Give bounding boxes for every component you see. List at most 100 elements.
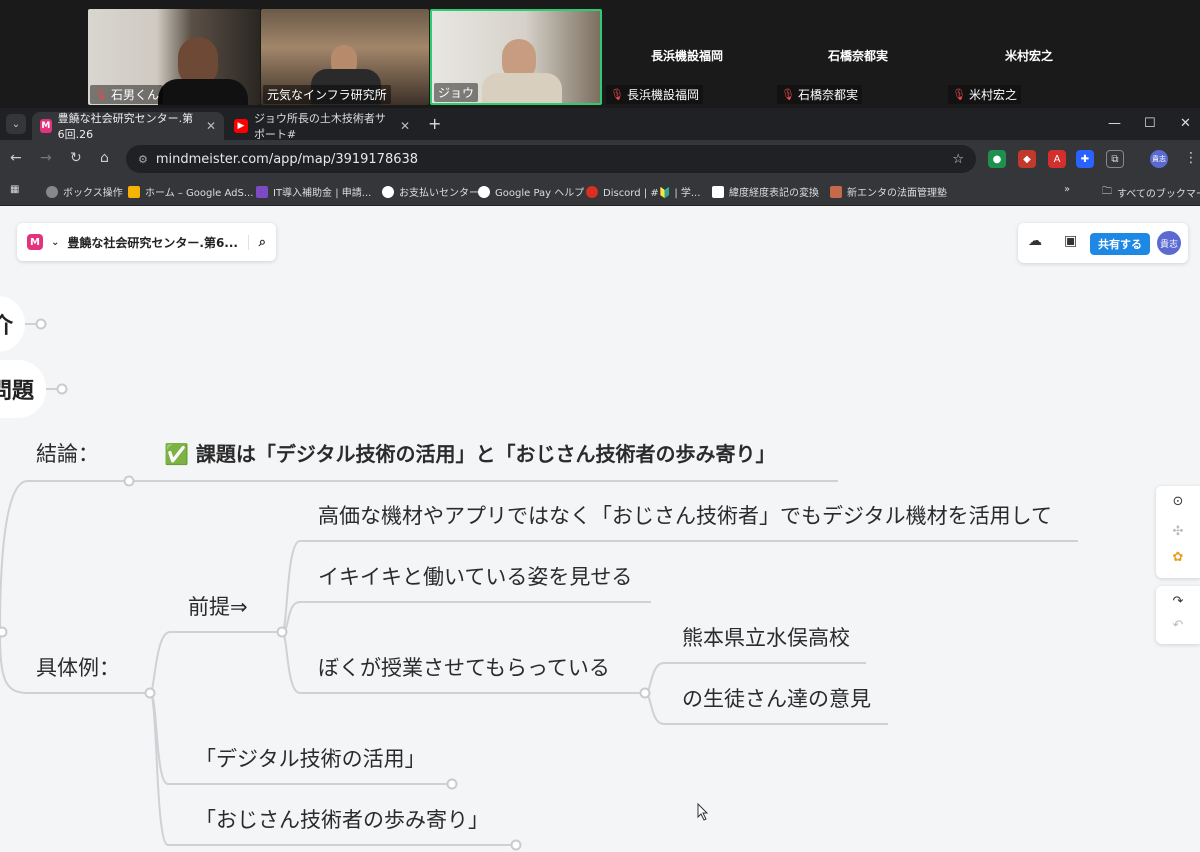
more-bookmarks-icon[interactable]: » [1064,184,1070,195]
close-window-icon[interactable]: ✕ [1180,116,1191,131]
tab-youtube[interactable]: ▶ ジョウ所長の土木技術者サポート# ✕ [226,112,418,141]
video-tile[interactable]: 元気なインフラ研究所 [261,9,429,105]
bookmark-favicon [712,185,724,198]
mindmap-canvas[interactable]: 介 問題 結論： ✅ 課題は「デジタル技術の活用」と「おじさん技術者の歩み寄り」… [0,206,1200,852]
mic-muted-icon: 🎙 [952,88,966,101]
participant-label: 🎙 長浜機設福岡 [606,85,703,104]
top-right-toolbar: ☁ ▣ 共有する 貴志 [1018,223,1188,263]
reload-icon[interactable]: ↻ [70,150,82,166]
node-premise-item[interactable]: ぼくが授業させてもらっている [318,652,610,682]
participant-name: 元気なインフラ研究所 [263,85,391,104]
participant-name: ジョウ [434,83,479,102]
node-text: 課題は「デジタル技術の活用」と「おじさん技術者の歩み寄り」 [195,442,776,466]
bookmark-item[interactable]: Discord | #🔰 | 学... [586,184,700,199]
search-icon[interactable]: ⌕ [247,234,266,250]
node-example-label[interactable]: 具体例： [36,652,120,682]
cloud-download-icon[interactable]: ☁ [1028,233,1042,249]
node-conclusion-label[interactable]: 結論： [36,438,99,468]
browser-toolbar: ← → ↻ ⌂ ⚙ mindmeister.com/app/map/391917… [0,140,1200,178]
theme-palette-icon[interactable]: ✿ [1156,550,1200,565]
profile-avatar[interactable]: 貴志 [1150,150,1168,168]
more-menu-icon[interactable]: ⋮ [1184,150,1198,166]
node-premise-item[interactable]: 高価な機材やアプリではなく「おじさん技術者」でもデジタル機材を活用して [318,500,1052,530]
video-tile-active[interactable]: ジョウ [430,9,602,105]
bookmark-item[interactable]: IT導入補助金 | 申請... [256,184,371,199]
meeting-strip: 🎙 石男くん 元気なインフラ研究所 ジョウ 長浜機設福岡 🎙 長浜機設福岡 石橋奈都… [0,0,1200,108]
site-info-icon[interactable]: ⚙ [138,153,148,166]
forward-icon[interactable]: → [40,150,52,166]
node-premise-item[interactable]: イキイキと働いている姿を見せる [318,561,632,591]
participant-tile[interactable]: 石橋奈都実 🎙 石橋奈都実 [773,9,943,105]
participant-name: 米村宏之 [1004,49,1053,63]
close-tab-icon[interactable]: ✕ [400,119,410,133]
focus-icon[interactable]: ⊙ [1156,494,1200,509]
bookmarks-bar: ▦ ボックス操作 ホーム – Google AdS... IT導入補助金 | 申… [0,178,1200,206]
node-class-item[interactable]: 熊本県立水俣高校 [682,622,850,652]
google-icon [382,185,394,198]
share-button[interactable]: 共有する [1090,233,1150,255]
participant-tile[interactable]: 米村宏之 🎙 米村宏之 [944,9,1114,105]
tab-title: 豊饒な社会研究センター.第6回.26 [57,112,194,141]
video-tile[interactable]: 🎙 石男くん [88,9,260,105]
node-class-item[interactable]: の生徒さん達の意見 [682,683,871,713]
participant-tile[interactable]: 長浜機設福岡 🎙 長浜機設福岡 [602,9,772,105]
present-icon[interactable]: ▣ [1064,233,1077,249]
url-text: mindmeister.com/app/map/3919178638 [155,151,419,167]
youtube-icon: ▶ [234,119,248,133]
all-bookmarks[interactable]: 🗀すべてのブックマーク [1102,184,1200,201]
back-icon[interactable]: ← [10,150,22,166]
folder-icon: 🗀 [1102,186,1112,197]
mindmeister-logo-icon[interactable]: M [27,234,43,250]
pdf-extension-icon[interactable]: A [1048,150,1066,168]
participant-name: 長浜機設福岡 [650,49,723,63]
tab-bar: ⌄ M 豊饒な社会研究センター.第6回.26 ✕ ▶ ジョウ所長の土木技術者サポ… [0,108,1200,141]
apps-grid-icon[interactable]: ▦ [10,184,19,195]
bookmark-item[interactable]: ホーム – Google AdS... [128,184,253,199]
maximize-icon[interactable]: ☐ [1144,116,1156,131]
bookmark-item[interactable]: 緯度経度表記の変換 [712,184,819,199]
mic-muted-icon: 🎙 [781,88,795,101]
home-icon[interactable]: ⌂ [100,150,109,166]
layout-icon[interactable]: ✣ [1156,524,1200,539]
bookmark-favicon [256,185,268,198]
mindmeister-icon: M [40,119,52,133]
globe-icon [46,185,58,198]
mic-muted-icon: 🎙 [610,88,624,101]
close-tab-icon[interactable]: ✕ [206,119,216,133]
node-premise-label[interactable]: 前提⇒ [188,591,248,621]
history-tools: ↷ ↶ [1156,586,1200,644]
bookmark-favicon [830,185,842,198]
bookmark-star-icon[interactable]: ☆ [952,152,964,167]
discord-icon [586,185,598,198]
puzzle-extension-icon[interactable]: ✚ [1076,150,1094,168]
node-topic[interactable]: 「デジタル技術の活用」 [195,743,426,773]
participant-name: 石橋奈都実 [827,49,888,63]
bookmark-item[interactable]: 新エンタの法面管理塾 [830,184,947,199]
extension-icon[interactable]: ◆ [1018,150,1036,168]
check-mark-icon: ✅ [164,442,189,466]
address-bar[interactable]: ⚙ mindmeister.com/app/map/3919178638 ☆ [126,145,976,173]
node-conclusion[interactable]: ✅ 課題は「デジタル技術の活用」と「おじさん技術者の歩み寄り」 [164,438,775,467]
node-topic[interactable]: 「おじさん技術者の歩み寄り」 [195,804,489,834]
minimize-icon[interactable]: — [1108,116,1121,131]
extensions-menu-icon[interactable]: ⧉ [1106,150,1124,168]
google-ads-icon [128,185,140,198]
mouse-cursor-icon [697,803,709,821]
chevron-down-icon[interactable]: ⌄ [51,237,59,248]
participant-name: 🎙 石男くん [90,85,163,104]
map-title[interactable]: 豊饒な社会研究センター.第6... [67,234,238,251]
extension-icon[interactable]: ● [988,150,1006,168]
google-icon [478,185,490,198]
tab-mindmeister[interactable]: M 豊饒な社会研究センター.第6回.26 ✕ [32,112,224,141]
bookmark-item[interactable]: Google Pay ヘルプ [478,184,584,199]
bookmark-item[interactable]: お支払いセンター [382,184,479,199]
tab-search-icon[interactable]: ⌄ [6,114,26,134]
map-title-bar: M ⌄ 豊饒な社会研究センター.第6... ⌕ [17,223,276,261]
tab-title: ジョウ所長の土木技術者サポート# [253,112,386,141]
avatar[interactable]: 貴志 [1157,231,1181,255]
bookmark-item[interactable]: ボックス操作 [46,184,123,199]
side-tools: ⊙ ✣ ✿ [1156,486,1200,578]
new-tab-button[interactable]: + [428,114,441,133]
undo-icon[interactable]: ↶ [1156,618,1200,633]
redo-icon[interactable]: ↷ [1156,594,1200,609]
